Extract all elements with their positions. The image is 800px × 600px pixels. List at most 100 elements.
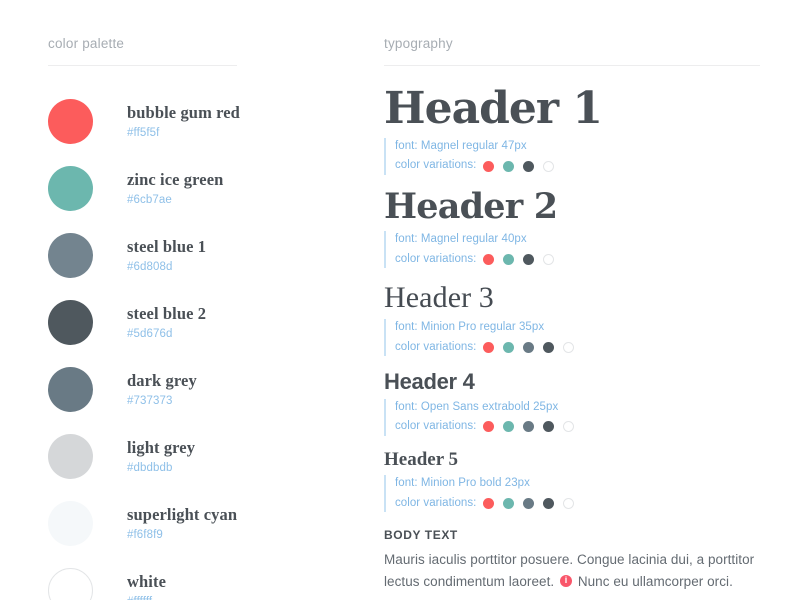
color-swatch-hex: #6d808d	[127, 260, 173, 273]
color-variation-dot[interactable]	[523, 341, 535, 353]
color-swatch-circle	[48, 568, 93, 600]
color-variation-dots	[483, 253, 563, 265]
color-swatch-list: bubble gum red #ff5f5f zinc ice green #6cb7…	[48, 88, 348, 600]
color-swatch-hex: #6cb7ae	[127, 193, 172, 206]
body-text-heading: BODY TEXT	[384, 527, 458, 542]
typography-color-variations: color variations:	[395, 339, 774, 356]
color-swatch-text: superlight cyan #f6f8f9	[127, 505, 238, 541]
typography-specimen: Header 5 font: Minion Pro bold 23px color …	[384, 449, 774, 512]
color-swatch-row[interactable]: zinc ice green #6cb7ae	[48, 155, 348, 222]
color-swatch-name: steel blue 2	[127, 304, 207, 324]
color-swatch-name: light grey	[127, 438, 196, 458]
color-swatch-circle	[48, 99, 93, 144]
color-variation-dot[interactable]	[543, 160, 555, 172]
color-swatch-name: steel blue 1	[127, 237, 207, 257]
color-variation-dot[interactable]	[483, 253, 495, 265]
typography-specimen: Header 1 font: Magnel regular 47px color v…	[384, 83, 774, 175]
color-variation-dot[interactable]	[543, 421, 555, 433]
color-swatch-row[interactable]: bubble gum red #ff5f5f	[48, 88, 348, 155]
color-swatch-text: white #ffffff	[127, 573, 166, 600]
typography-sample-text: Header 4	[384, 368, 475, 394]
style-guide-page: color palette bubble gum red #ff5f5f zinc …	[0, 0, 800, 600]
color-swatch-circle	[48, 367, 93, 412]
typography-divider	[384, 65, 760, 66]
color-variation-dot[interactable]	[523, 160, 535, 172]
typography-color-variations-label: color variations:	[395, 420, 477, 433]
typography-font-label: font: Open Sans extrabold 25px	[395, 401, 559, 414]
typography-color-variations-label: color variations:	[395, 496, 477, 509]
body-text-line-1: Mauris iaculis porttitor posuere. Congue…	[384, 551, 755, 567]
typography-sample-text: Header 2	[384, 185, 558, 227]
color-variation-dot[interactable]	[543, 341, 555, 353]
color-variation-dot[interactable]	[483, 421, 495, 433]
body-text-copy: Mauris iaculis porttitor posuere. Congue…	[384, 549, 774, 593]
color-swatch-name: superlight cyan	[127, 505, 238, 525]
color-swatch-hex: #ff5f5f	[127, 126, 160, 139]
color-variation-dots	[483, 497, 583, 509]
color-variation-dot[interactable]	[563, 497, 575, 509]
color-swatch-row[interactable]: steel blue 2 #5d676d	[48, 289, 348, 356]
color-palette-heading: color palette	[48, 36, 125, 51]
color-swatch-name: white	[127, 572, 166, 592]
info-badge-icon	[560, 574, 572, 587]
typography-font-label: font: Magnel regular 47px	[395, 140, 527, 153]
color-variation-dot[interactable]	[503, 253, 515, 265]
typography-column: typography Header 1 font: Magnel regular …	[384, 0, 774, 593]
typography-sample-text: Header 3	[384, 280, 494, 314]
color-swatch-text: steel blue 2 #5d676d	[127, 304, 207, 340]
body-text-block: BODY TEXT Mauris iaculis porttitor posue…	[384, 528, 774, 593]
color-swatch-row[interactable]: white #ffffff	[48, 557, 348, 600]
typography-meta: font: Minion Pro bold 23px color variatio…	[384, 475, 774, 512]
color-swatch-text: zinc ice green #6cb7ae	[127, 170, 224, 206]
color-variation-dot[interactable]	[563, 341, 575, 353]
color-swatch-hex: #ffffff	[127, 596, 166, 600]
color-variation-dot[interactable]	[503, 341, 515, 353]
color-swatch-hex: #dbdbdb	[127, 461, 173, 474]
typography-sample-text: Header 1	[384, 83, 603, 134]
color-variation-dot[interactable]	[543, 253, 555, 265]
color-swatch-name: bubble gum red	[127, 103, 240, 123]
body-text-line-2-before: lectus condimentum laoreet.	[384, 573, 555, 589]
color-variation-dot[interactable]	[523, 497, 535, 509]
typography-color-variations: color variations:	[395, 157, 774, 174]
typography-color-variations-label: color variations:	[395, 159, 477, 172]
color-variation-dot[interactable]	[503, 497, 515, 509]
color-swatch-circle	[48, 300, 93, 345]
color-variation-dot[interactable]	[483, 341, 495, 353]
color-variation-dots	[483, 341, 583, 353]
typography-specimen: Header 4 font: Open Sans extrabold 25px co…	[384, 370, 774, 436]
color-swatch-row[interactable]: light grey #dbdbdb	[48, 423, 348, 490]
color-swatch-row[interactable]: superlight cyan #f6f8f9	[48, 490, 348, 557]
typography-meta: font: Magnel regular 40px color variation…	[384, 231, 774, 268]
color-palette-divider	[48, 65, 237, 66]
color-variation-dot[interactable]	[543, 497, 555, 509]
color-swatch-circle	[48, 233, 93, 278]
color-swatch-row[interactable]: steel blue 1 #6d808d	[48, 222, 348, 289]
color-variation-dot[interactable]	[503, 160, 515, 172]
typography-meta: font: Minion Pro regular 35px color varia…	[384, 319, 774, 356]
color-swatch-circle	[48, 501, 93, 546]
typography-color-variations: color variations:	[395, 251, 774, 268]
typography-meta: font: Open Sans extrabold 25px color vari…	[384, 399, 774, 436]
color-swatch-circle	[48, 166, 93, 211]
typography-color-variations: color variations:	[395, 495, 774, 512]
color-swatch-text: dark grey #737373	[127, 371, 197, 407]
typography-heading: typography	[384, 36, 453, 51]
color-swatch-text: steel blue 1 #6d808d	[127, 237, 207, 273]
color-swatch-circle	[48, 434, 93, 479]
color-swatch-row[interactable]: dark grey #737373	[48, 356, 348, 423]
color-variation-dot[interactable]	[523, 253, 535, 265]
typography-color-variations-label: color variations:	[395, 252, 477, 265]
color-swatch-name: zinc ice green	[127, 170, 224, 190]
color-variation-dot[interactable]	[483, 497, 495, 509]
color-variation-dot[interactable]	[483, 160, 495, 172]
color-swatch-name: dark grey	[127, 371, 197, 391]
color-variation-dot[interactable]	[563, 421, 575, 433]
typography-specimen: Header 2 font: Magnel regular 40px color v…	[384, 185, 774, 268]
color-variation-dot[interactable]	[523, 421, 535, 433]
typography-specimen: Header 3 font: Minion Pro regular 35px col…	[384, 282, 774, 356]
typography-meta: font: Magnel regular 47px color variation…	[384, 138, 774, 175]
typography-font-label: font: Minion Pro regular 35px	[395, 321, 545, 334]
color-variation-dot[interactable]	[503, 421, 515, 433]
typography-color-variations-label: color variations:	[395, 340, 477, 353]
